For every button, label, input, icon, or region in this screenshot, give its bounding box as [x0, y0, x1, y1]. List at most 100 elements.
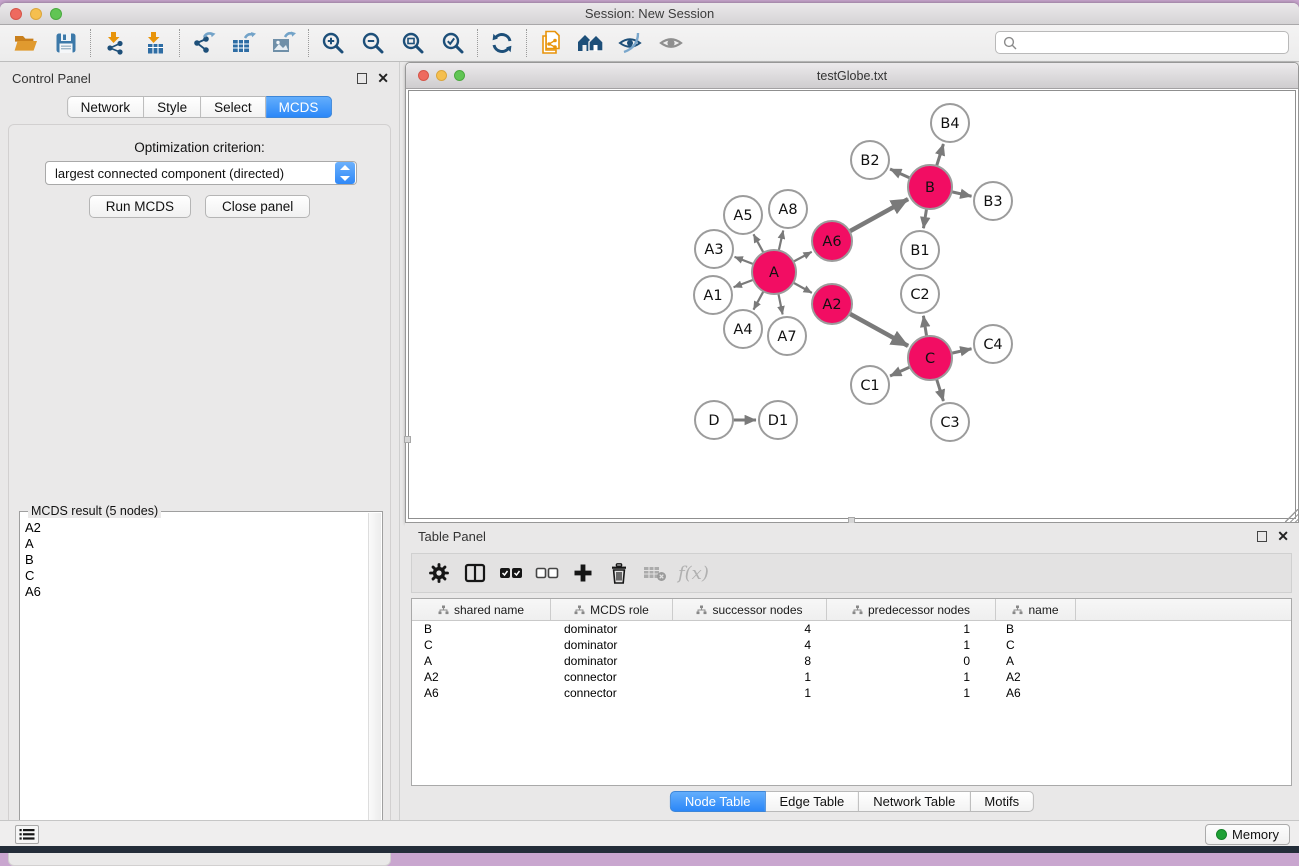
zoom-in-button[interactable] — [313, 27, 353, 59]
graph-node-C4[interactable]: C4 — [974, 325, 1012, 363]
result-item[interactable]: B — [25, 552, 366, 568]
graph-node-D1[interactable]: D1 — [759, 401, 797, 439]
graph-edge-A2-C[interactable] — [850, 314, 909, 346]
table-cell[interactable]: 1 — [673, 670, 827, 684]
close-panel-icon[interactable]: ✕ — [377, 72, 389, 84]
table-cell[interactable]: C — [412, 638, 551, 652]
table-cell[interactable]: 1 — [673, 686, 827, 700]
graph-edge-B-B2[interactable] — [890, 169, 910, 178]
table-cell[interactable]: A — [412, 654, 551, 668]
result-item[interactable]: A6 — [25, 584, 366, 600]
graph-edge-A-A8[interactable] — [779, 230, 783, 250]
table-cell[interactable]: connector — [551, 686, 673, 700]
column-header-shared-name[interactable]: shared name — [412, 599, 551, 620]
show-graphics-details-button[interactable] — [651, 27, 691, 59]
table-cell[interactable]: A2 — [412, 670, 551, 684]
save-session-button[interactable] — [46, 27, 86, 59]
export-table-button[interactable] — [224, 27, 264, 59]
search-input[interactable] — [1022, 36, 1288, 50]
minimize-network-window-button[interactable] — [436, 70, 447, 81]
first-neighbors-button[interactable] — [571, 27, 611, 59]
graph-node-A4[interactable]: A4 — [724, 310, 762, 348]
network-canvas-svg[interactable]: AA1A2A3A4A5A6A7A8BB1B2B3B4CC1C2C3C4DD1 — [409, 91, 1297, 519]
table-cell[interactable]: dominator — [551, 622, 673, 636]
table-settings-button[interactable] — [424, 558, 454, 588]
table-cell[interactable]: 8 — [673, 654, 827, 668]
graph-edge-A6-B[interactable] — [850, 199, 909, 231]
select-all-columns-button[interactable] — [496, 558, 526, 588]
table-cell[interactable]: dominator — [551, 654, 673, 668]
apply-preferred-layout-button[interactable] — [482, 27, 522, 59]
graph-node-A8[interactable]: A8 — [769, 190, 807, 228]
delete-table-button[interactable] — [640, 558, 670, 588]
table-cell[interactable]: dominator — [551, 638, 673, 652]
column-header-MCDS-role[interactable]: MCDS role — [551, 599, 673, 620]
graph-edge-A-A2[interactable] — [793, 283, 812, 293]
graph-edge-A-A3[interactable] — [735, 257, 754, 264]
window-resize-handle-left[interactable] — [404, 436, 411, 443]
zoom-fit-content-button[interactable] — [393, 27, 433, 59]
table-cell[interactable]: 4 — [673, 622, 827, 636]
tab-network-table[interactable]: Network Table — [859, 791, 970, 812]
column-header-predecessor-nodes[interactable]: predecessor nodes — [827, 599, 996, 620]
export-image-button[interactable] — [264, 27, 304, 59]
table-cell[interactable]: B — [996, 622, 1076, 636]
float-panel-icon[interactable] — [357, 73, 367, 84]
graph-edge-A-A4[interactable] — [754, 291, 764, 309]
new-network-from-selection-button[interactable] — [531, 27, 571, 59]
table-cell[interactable]: 1 — [827, 622, 996, 636]
graph-node-A5[interactable]: A5 — [724, 196, 762, 234]
graph-edge-C-C4[interactable] — [951, 349, 971, 353]
zoom-selected-region-button[interactable] — [433, 27, 473, 59]
tab-motifs[interactable]: Motifs — [970, 791, 1034, 812]
graph-node-B1[interactable]: B1 — [901, 231, 939, 269]
optimization-criterion-select[interactable]: largest connected component (directed) — [45, 161, 357, 185]
graph-node-A2[interactable]: A2 — [812, 284, 852, 324]
tab-mcds[interactable]: MCDS — [266, 96, 333, 118]
graph-node-D[interactable]: D — [695, 401, 733, 439]
table-cell[interactable]: 1 — [827, 638, 996, 652]
graph-node-A6[interactable]: A6 — [812, 221, 852, 261]
close-network-window-button[interactable] — [418, 70, 429, 81]
result-scrollbar[interactable] — [368, 513, 381, 849]
graph-node-B3[interactable]: B3 — [974, 182, 1012, 220]
tab-node-table[interactable]: Node Table — [670, 791, 766, 812]
table-cell[interactable]: A6 — [412, 686, 551, 700]
table-cell[interactable]: C — [996, 638, 1076, 652]
result-item[interactable]: A2 — [25, 520, 366, 536]
table-cell[interactable]: A6 — [996, 686, 1076, 700]
column-header-successor-nodes[interactable]: successor nodes — [673, 599, 827, 620]
graph-edge-C-C3[interactable] — [937, 379, 944, 401]
table-cell[interactable]: 1 — [827, 686, 996, 700]
graph-node-C1[interactable]: C1 — [851, 366, 889, 404]
minimize-window-button[interactable] — [30, 8, 42, 20]
graph-edge-A-A1[interactable] — [734, 280, 754, 287]
graph-edge-C-C2[interactable] — [923, 316, 926, 337]
delete-column-button[interactable] — [604, 558, 634, 588]
show-panel-list-button[interactable] — [15, 825, 39, 844]
unselect-all-columns-button[interactable] — [532, 558, 562, 588]
network-window-titlebar[interactable]: testGlobe.txt — [406, 63, 1298, 89]
table-cell[interactable]: B — [412, 622, 551, 636]
graph-edge-A-A7[interactable] — [778, 294, 782, 315]
table-row[interactable]: Adominator80A — [412, 653, 1291, 669]
table-cell[interactable]: A2 — [996, 670, 1076, 684]
table-row[interactable]: Bdominator41B — [412, 621, 1291, 637]
table-cell[interactable]: connector — [551, 670, 673, 684]
network-canvas[interactable]: AA1A2A3A4A5A6A7A8BB1B2B3B4CC1C2C3C4DD1 — [408, 90, 1296, 519]
memory-button[interactable]: Memory — [1205, 824, 1290, 845]
create-new-column-button[interactable] — [568, 558, 598, 588]
graph-node-C[interactable]: C — [908, 336, 952, 380]
float-table-panel-icon[interactable] — [1257, 531, 1267, 542]
show-column-panel-button[interactable] — [460, 558, 490, 588]
import-network-from-file-button[interactable] — [95, 27, 135, 59]
graph-node-B4[interactable]: B4 — [931, 104, 969, 142]
tab-select[interactable]: Select — [201, 96, 266, 118]
table-row[interactable]: A6connector11A6 — [412, 685, 1291, 701]
graph-edge-A-A6[interactable] — [793, 252, 811, 262]
table-cell[interactable]: 1 — [827, 670, 996, 684]
graph-node-B[interactable]: B — [908, 165, 952, 209]
graph-node-C3[interactable]: C3 — [931, 403, 969, 441]
window-resize-grip[interactable] — [1285, 509, 1298, 522]
zoom-network-window-button[interactable] — [454, 70, 465, 81]
